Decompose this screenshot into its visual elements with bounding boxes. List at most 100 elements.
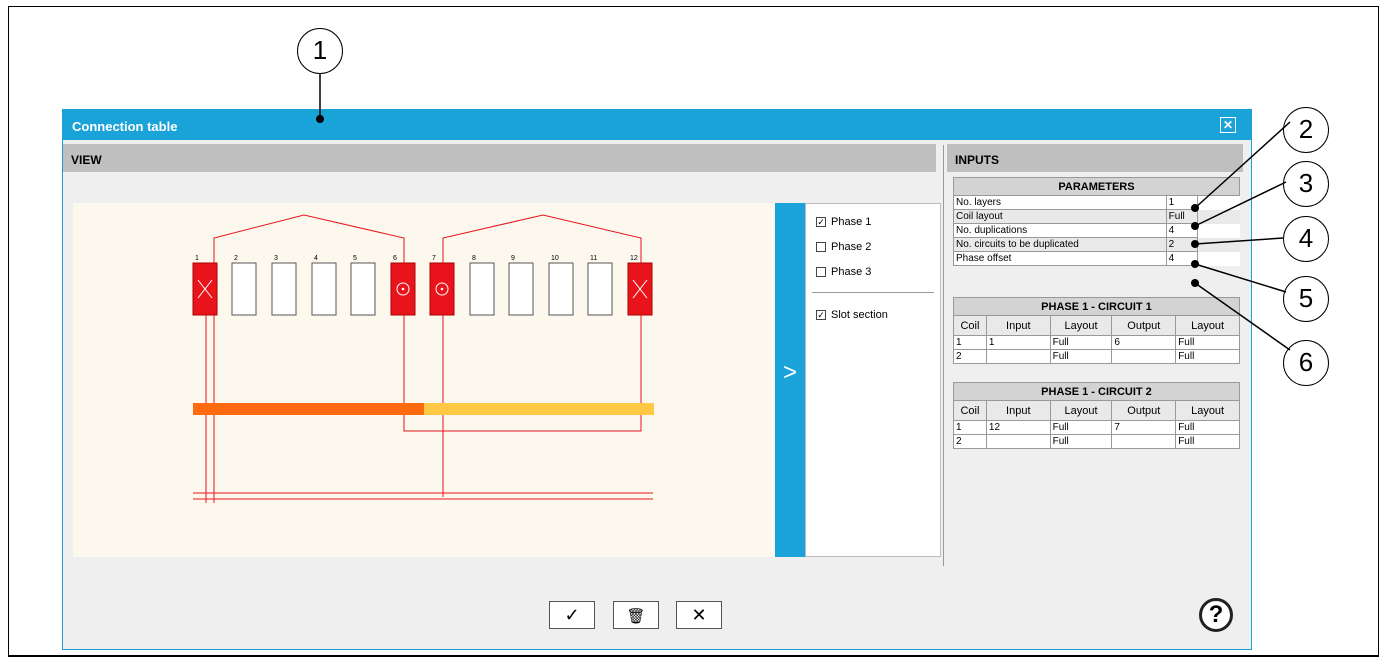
cell-output[interactable]: 6 xyxy=(1111,335,1177,350)
column-header: Input xyxy=(985,400,1051,421)
checkbox-icon[interactable]: ✓ xyxy=(816,310,826,320)
slot-number: 11 xyxy=(590,255,597,262)
param-value[interactable]: 4 xyxy=(1165,251,1199,266)
option-phase-1[interactable]: ✓ Phase 1 xyxy=(816,216,871,228)
circuit-caption: PHASE 1 - CIRCUIT 1 xyxy=(953,297,1240,316)
column-header: Input xyxy=(985,315,1051,336)
slot-3 xyxy=(271,262,297,316)
help-button[interactable]: ? xyxy=(1199,598,1233,632)
close-box-icon[interactable]: ✕ xyxy=(1220,117,1236,133)
slot-number: 9 xyxy=(511,255,515,262)
table-row: 1 12 Full 7 Full xyxy=(953,420,1240,435)
param-value[interactable]: 4 xyxy=(1165,223,1199,238)
table-row: 2 Full Full xyxy=(953,434,1240,449)
winding-diagram: 1 2 3 4 5 6 7 8 9 10 11 12 xyxy=(73,203,775,557)
slot-number: 7 xyxy=(432,255,436,262)
slot-number: 10 xyxy=(551,255,559,262)
column-header: Layout xyxy=(1175,400,1240,421)
slot-11 xyxy=(587,262,613,316)
table-row: 1 1 Full 6 Full xyxy=(953,335,1240,350)
close-icon: ✕ xyxy=(691,605,707,625)
validate-button[interactable]: ✓ xyxy=(549,601,595,629)
checkbox-icon[interactable] xyxy=(816,267,826,277)
column-header: Layout xyxy=(1049,400,1113,421)
slot-4 xyxy=(311,262,337,316)
cell-layout[interactable]: Full xyxy=(1175,420,1240,435)
inputs-header-label: INPUTS xyxy=(955,153,1000,167)
current-out-dot xyxy=(440,287,444,291)
option-slot-section[interactable]: ✓ Slot section xyxy=(816,309,888,321)
option-label: Phase 3 xyxy=(831,266,872,278)
table-row: 2 Full Full xyxy=(953,349,1240,364)
checkbox-icon[interactable]: ✓ xyxy=(816,217,826,227)
cell-input[interactable] xyxy=(985,349,1051,364)
column-header: Coil xyxy=(953,315,987,336)
dialog-title: Connection table xyxy=(72,119,178,134)
circuit-2-table: PHASE 1 - CIRCUIT 2 Coil Input Layout Ou… xyxy=(953,382,1240,449)
cell-layout[interactable]: Full xyxy=(1175,434,1240,449)
callout-3: 3 xyxy=(1283,161,1329,207)
param-row: No. layers 1 xyxy=(953,195,1240,210)
cancel-button[interactable]: ✕ xyxy=(676,601,722,629)
panel-toggle-button[interactable]: > xyxy=(775,203,805,557)
cell-input[interactable]: 1 xyxy=(985,335,1051,350)
cell-layout[interactable]: Full xyxy=(1049,335,1113,350)
question-icon: ? xyxy=(1208,601,1224,628)
option-label: Phase 1 xyxy=(831,216,872,228)
inputs-section-header: INPUTS xyxy=(947,144,1243,172)
param-label: No. layers xyxy=(953,195,1167,210)
slot-10 xyxy=(548,262,574,316)
panel-divider xyxy=(943,145,944,566)
view-section-header: VIEW xyxy=(63,144,936,172)
option-label: Slot section xyxy=(831,309,888,321)
param-row: No. circuits to be duplicated 2 xyxy=(953,237,1240,252)
callout-1: 1 xyxy=(297,28,343,74)
connection-table-dialog: Connection table ✕ VIEW 1 2 3 4 5 6 7 8 9 10 11 12 … xyxy=(62,109,1252,650)
callout-6: 6 xyxy=(1283,340,1329,386)
winding-diagram-svg: 1 2 3 4 5 6 7 8 9 10 11 12 xyxy=(192,214,654,503)
cell-layout[interactable]: Full xyxy=(1175,349,1240,364)
cell-layout[interactable]: Full xyxy=(1049,349,1113,364)
param-row: Coil layout Full xyxy=(953,209,1240,224)
param-label: No. duplications xyxy=(953,223,1167,238)
view-header-label: VIEW xyxy=(71,153,102,167)
cell-input[interactable] xyxy=(985,434,1051,449)
param-label: Phase offset xyxy=(953,251,1167,266)
cell-input[interactable]: 12 xyxy=(985,420,1051,435)
option-phase-3[interactable]: Phase 3 xyxy=(816,266,871,278)
callout-5: 5 xyxy=(1283,276,1329,322)
cell-coil: 1 xyxy=(953,420,987,435)
param-value[interactable]: Full xyxy=(1165,209,1199,224)
circuit-caption: PHASE 1 - CIRCUIT 2 xyxy=(953,382,1240,401)
param-value[interactable]: 1 xyxy=(1165,195,1199,210)
panel-toggle-icon: > xyxy=(782,359,797,386)
delete-button[interactable]: 🗑 xyxy=(613,601,659,629)
cell-layout[interactable]: Full xyxy=(1049,420,1113,435)
trash-icon: 🗑 xyxy=(626,608,646,625)
parameters-table: PARAMETERS No. layers 1 Coil layout Full… xyxy=(953,177,1240,266)
checkbox-icon[interactable] xyxy=(816,242,826,252)
option-label: Phase 2 xyxy=(831,241,872,253)
dialog-titlebar: Connection table ✕ xyxy=(63,110,1251,140)
cell-output[interactable]: 7 xyxy=(1111,420,1177,435)
param-label: No. circuits to be duplicated xyxy=(953,237,1167,252)
option-phase-2[interactable]: Phase 2 xyxy=(816,241,871,253)
parameters-caption: PARAMETERS xyxy=(953,177,1240,196)
slot-number: 1 xyxy=(195,255,199,262)
cell-layout[interactable]: Full xyxy=(1175,335,1240,350)
slot-5 xyxy=(350,262,376,316)
slot-number: 2 xyxy=(234,255,238,262)
cell-output[interactable] xyxy=(1111,349,1177,364)
slot-8 xyxy=(469,262,495,316)
column-header: Output xyxy=(1111,315,1177,336)
circuit-1-table: PHASE 1 - CIRCUIT 1 Coil Input Layout Ou… xyxy=(953,297,1240,364)
column-header: Layout xyxy=(1175,315,1240,336)
display-options-panel: ✓ Phase 1 Phase 2 Phase 3 ✓ Slot section xyxy=(805,203,941,557)
slot-number: 5 xyxy=(353,255,357,262)
options-divider xyxy=(812,292,934,293)
cell-coil: 2 xyxy=(953,434,987,449)
param-value[interactable]: 2 xyxy=(1165,237,1199,252)
cell-layout[interactable]: Full xyxy=(1049,434,1113,449)
column-header: Output xyxy=(1111,400,1177,421)
cell-output[interactable] xyxy=(1111,434,1177,449)
